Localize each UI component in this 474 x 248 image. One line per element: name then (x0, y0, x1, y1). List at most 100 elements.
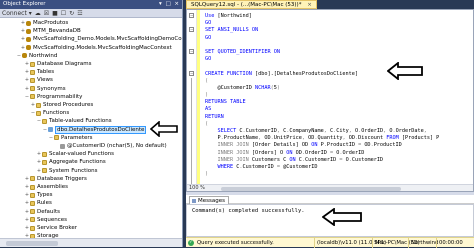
code-line[interactable]: CREATE FUNCTION [dbo].[DetalhesProdutosD… (205, 71, 469, 78)
code-line[interactable]: P.ProductName, OD.UnitPrice, OD.Quantity… (205, 135, 469, 142)
tab-sqlquery12[interactable]: SQLQuery12.sql - (...(Mac-PC\Mac (53))* … (186, 0, 317, 9)
tree-node[interactable]: + Scalar-valued Functions (36, 150, 114, 158)
tree-node[interactable]: + Rules (24, 199, 52, 207)
code-line[interactable]: GO (205, 35, 469, 42)
collapse-icon[interactable]: − (189, 49, 194, 54)
scrollbar-thumb[interactable] (6, 241, 58, 246)
code-token: Quantity (317, 135, 343, 142)
code-token: AS (205, 106, 212, 113)
code-lines[interactable]: Use [Northwind] GO SET ANSI_NULLS ON GO SET … (205, 13, 469, 178)
code-line[interactable]: ( (205, 121, 469, 128)
scrollbar-thumb[interactable] (221, 186, 401, 191)
tree-node[interactable]: + Service Broker (24, 224, 77, 232)
code-token: City (336, 128, 349, 134)
tree-node[interactable]: + Synonyms (24, 85, 66, 93)
code-token: SELECT (217, 128, 240, 134)
code-token: NCHAR (254, 84, 271, 91)
tree-node-label: Views (37, 77, 53, 84)
code-line[interactable]: INNER JOIN Customers C ON C.CustomerID =… (205, 157, 469, 164)
collapse-icon[interactable]: − (189, 27, 194, 32)
tree-node-label: Synonyms (37, 85, 66, 92)
tree-node[interactable]: − dbo.DetalhesProdutosDoCliente (42, 125, 147, 134)
code-line[interactable]: INNER JOIN [Orders] O ON OD.OrderID = O.… (205, 150, 469, 157)
summary-icon[interactable]: ☲ (77, 9, 82, 18)
code-editor[interactable]: − − − − Use [Northwind] GO SET ANSI_NULLS … (186, 9, 474, 192)
code-line[interactable] (205, 63, 469, 70)
tree-node[interactable]: + MvcScaffolding_Demo.Models.MvcScaffoldi… (20, 35, 182, 43)
horizontal-scrollbar[interactable] (0, 238, 182, 247)
close-icon[interactable]: × (307, 2, 312, 8)
tree-node[interactable]: + Assemblies (24, 183, 68, 191)
folder-icon (30, 94, 35, 100)
tree-node[interactable]: + Stored Procedures (30, 101, 93, 109)
code-line[interactable]: ) (205, 171, 469, 178)
folder-icon (30, 217, 35, 223)
tree-node[interactable]: + Database Triggers (24, 175, 87, 183)
refresh-icon[interactable]: ↻ (69, 9, 74, 18)
stop-icon[interactable]: ■ (52, 9, 58, 18)
database-icon (26, 45, 31, 51)
code-token: INNER JOIN (217, 156, 252, 163)
tree-node-label: Northwind (29, 52, 58, 59)
folder-icon (54, 135, 59, 141)
tree-node-label: Aggregate Functions (49, 159, 106, 166)
code-line[interactable]: RETURN (205, 114, 469, 121)
messages-icon (192, 199, 196, 203)
zoom-level[interactable]: 100 % (189, 185, 205, 191)
collapse-icon[interactable]: − (189, 71, 194, 76)
code-token: SET QUOTED_IDENTIFIER ON (205, 48, 280, 55)
code-line[interactable]: WHERE C.CustomerID = @CustomerID (205, 164, 469, 171)
code-line[interactable]: RETURNS TABLE (205, 99, 469, 106)
tree-node[interactable]: − Functions (30, 109, 69, 117)
connect-button[interactable]: Connect ▾ (2, 9, 32, 18)
object-explorer-title: Object Explorer (3, 1, 46, 7)
tree-node[interactable]: + Aggregate Functions (36, 158, 106, 166)
tree-node-label: Rules (37, 200, 52, 207)
tree-node[interactable]: + Tables (24, 68, 54, 76)
tree-node[interactable]: − Northwind (16, 52, 58, 60)
tree-node[interactable]: + Views (24, 76, 53, 84)
editor-hscroll[interactable]: 100 % (187, 184, 473, 191)
panel-window-icons[interactable]: ▾ □ × (159, 0, 180, 9)
code-line[interactable] (205, 42, 469, 49)
code-line[interactable]: SET QUOTED_IDENTIFIER ON (205, 49, 469, 56)
folder-icon (30, 176, 35, 182)
tree-node[interactable]: @CustomerID (nchar(5), No default) (54, 142, 167, 150)
tree-node[interactable]: + Database Diagrams (24, 60, 92, 68)
connect-icon[interactable]: ☁ (35, 9, 41, 18)
code-line[interactable]: Use [Northwind] (205, 13, 469, 20)
outline-line (191, 78, 192, 184)
code-line[interactable]: ) (205, 92, 469, 99)
document-tabbar: SQLQuery12.sql - (...(Mac-PC\Mac (53))* … (186, 0, 474, 9)
tree-node[interactable]: + Sequences (24, 216, 67, 224)
code-line[interactable]: SET ANSI_NULLS ON (205, 27, 469, 34)
code-line[interactable]: AS (205, 106, 469, 113)
tab-messages[interactable]: Messages (189, 196, 229, 204)
collapse-icon[interactable]: − (189, 13, 194, 18)
code-line[interactable]: INNER JOIN [Order Details] OD ON P.Produ… (205, 142, 469, 149)
code-line[interactable]: GO (205, 56, 469, 63)
tree-node[interactable]: − Programmability (24, 93, 83, 101)
tree-node[interactable]: + MacProdutos (20, 19, 68, 27)
filter-icon[interactable]: ☐ (61, 9, 66, 18)
code-line[interactable]: ( (205, 78, 469, 85)
tree-node[interactable]: − Table-valued Functions (36, 117, 112, 125)
code-line[interactable]: @CustomerID NCHAR(5) (205, 85, 469, 92)
tree-node[interactable]: − Parameters (48, 134, 93, 142)
code-token: CREATE FUNCTION (205, 70, 255, 77)
disconnect-icon[interactable]: ☒ (44, 9, 49, 18)
tree-node[interactable]: + Types (24, 191, 53, 199)
tree-node[interactable]: + MTM_BevandaDB (20, 27, 81, 35)
code-token: ( (205, 77, 209, 84)
code-line[interactable]: SELECT C.CustomerID, C.CompanyName, C.Ci… (205, 128, 469, 135)
tree-node-label: @CustomerID (nchar(5), No default) (67, 143, 167, 149)
code-line[interactable]: GO (205, 20, 469, 27)
tree-node[interactable]: + Defaults (24, 208, 60, 216)
code-token: @CustomerID (205, 84, 255, 91)
tree-node[interactable]: + MvcScaffolding.Models.MvcScaffoldingMac… (20, 44, 172, 52)
tree-node[interactable]: + System Functions (36, 167, 98, 175)
tree-node-label: MTM_BevandaDB (33, 28, 81, 35)
